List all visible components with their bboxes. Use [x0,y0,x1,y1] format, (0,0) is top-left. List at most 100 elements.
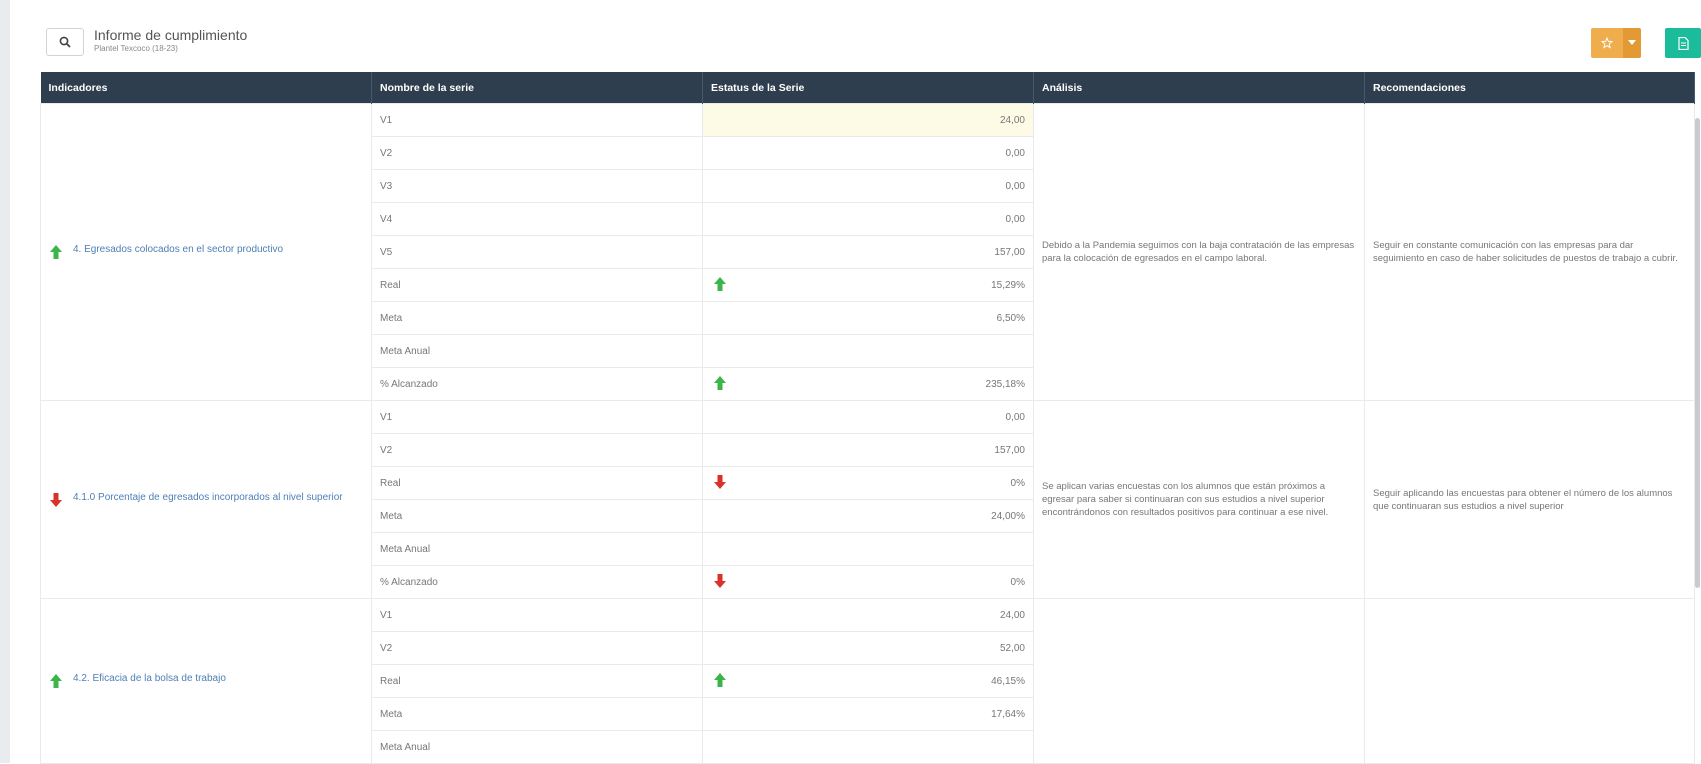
table-header-row: Indicadores Nombre de la serie Estatus d… [40,72,1695,104]
vertical-scrollbar[interactable] [1695,118,1700,588]
table-body: 4. Egresados colocados en el sector prod… [40,103,1695,764]
recommendation-cell [1364,598,1695,764]
serie-status-cell: 157,00 [702,433,1034,467]
serie-status-cell [702,730,1034,764]
table-row: 4.2. Eficacia de la bolsa de trabajo V1 24… [40,598,1695,764]
serie-name-cell: V4 [371,202,703,236]
serie-name-cell: Real [371,268,703,302]
analysis-cell [1033,598,1365,764]
favorite-dropdown-button[interactable] [1623,28,1641,58]
arrow-up-icon [714,673,726,687]
status-arrow [713,672,727,688]
serie-name-cell: Meta [371,697,703,731]
column-header-serie[interactable]: Nombre de la serie [371,72,703,104]
serie-value: 0,00 [1005,147,1025,159]
serie-value: 24,00 [999,114,1025,126]
recommendation-cell: Seguir en constante comunicación con las… [1364,103,1695,401]
serie-status-cell: 17,64% [702,697,1034,731]
status-arrow [713,375,727,391]
serie-status-cell: 15,29% [702,268,1034,302]
serie-name-cell: V2 [371,136,703,170]
arrow-down-icon [714,475,726,489]
analysis-cell: Debido a la Pandemia seguimos con la baj… [1033,103,1365,401]
page-title: Informe de cumplimiento [94,27,248,43]
analysis-cell: Se aplican varias encuestas con los alum… [1033,400,1365,599]
serie-name-cell: V1 [371,103,703,137]
serie-value: 0% [1010,477,1025,489]
serie-name-cell: Meta Anual [371,730,703,764]
serie-value: 0,00 [1005,180,1025,192]
indicator-wrapper: 4.1.0 Porcentaje de egresados incorporad… [49,492,363,508]
serie-name-cell: Meta [371,301,703,335]
serie-status-cell [702,532,1034,566]
arrow-up-icon [714,277,726,291]
search-button[interactable] [46,28,84,56]
status-arrow [713,573,727,589]
caret-down-icon [1628,40,1636,45]
serie-status-cell [702,334,1034,368]
serie-value: 0,00 [1005,213,1025,225]
serie-status-cell: 46,15% [702,664,1034,698]
arrow-down-icon [50,492,62,507]
column-header-indicadores[interactable]: Indicadores [40,72,372,104]
serie-status-cell: 0,00 [702,202,1034,236]
serie-value: 46,15% [991,675,1025,687]
serie-name-cell: Real [371,466,703,500]
star-icon [1601,37,1613,49]
column-header-recomendaciones[interactable]: Recomendaciones [1364,72,1695,104]
column-header-estatus[interactable]: Estatus de la Serie [702,72,1034,104]
serie-status-cell: 0,00 [702,136,1034,170]
serie-value: 15,29% [991,279,1025,291]
table-row: 4.1.0 Porcentaje de egresados incorporad… [40,400,1695,599]
serie-name-cell: Meta Anual [371,334,703,368]
serie-value: 0,00 [1005,411,1025,423]
indicator-link[interactable]: 4. Egresados colocados en el sector prod… [73,244,283,256]
serie-status-cell: 235,18% [702,367,1034,401]
indicator-cell: 4.2. Eficacia de la bolsa de trabajo [40,598,372,764]
indicator-wrapper: 4.2. Eficacia de la bolsa de trabajo [49,673,363,689]
serie-status-cell: 52,00 [702,631,1034,665]
compliance-table: Indicadores Nombre de la serie Estatus d… [40,72,1695,764]
indicator-wrapper: 4. Egresados colocados en el sector prod… [49,244,363,260]
serie-name-cell: % Alcanzado [371,565,703,599]
serie-status-cell: 157,00 [702,235,1034,269]
arrow-up-icon [50,674,62,688]
status-arrow [713,276,727,292]
recommendation-cell: Seguir aplicando las encuestas para obte… [1364,400,1695,599]
arrow-up-icon [50,245,62,259]
serie-value: 157,00 [994,246,1025,258]
serie-value: 24,00 [999,609,1025,621]
serie-status-cell: 24,00 [702,598,1034,632]
serie-name-cell: V3 [371,169,703,203]
serie-status-cell: 6,50% [702,301,1034,335]
serie-status-cell: 0% [702,565,1034,599]
search-icon [59,36,71,48]
serie-value: 17,64% [991,708,1025,720]
serie-value: 6,50% [996,312,1025,324]
document-icon [1677,36,1689,50]
serie-value: 0% [1010,576,1025,588]
serie-name-cell: V2 [371,433,703,467]
serie-status-cell: 24,00 [702,103,1034,137]
serie-status-cell: 0% [702,466,1034,500]
serie-value: 52,00 [999,642,1025,654]
serie-name-cell: Meta [371,499,703,533]
serie-value: 235,18% [985,378,1025,390]
serie-status-cell: 24,00% [702,499,1034,533]
serie-name-cell: V2 [371,631,703,665]
status-arrow [713,474,727,490]
indicator-link[interactable]: 4.2. Eficacia de la bolsa de trabajo [73,673,226,685]
indicator-link[interactable]: 4.1.0 Porcentaje de egresados incorporad… [73,492,343,504]
favorite-button[interactable] [1591,28,1623,58]
arrow-up-icon [714,376,726,390]
serie-name-cell: Meta Anual [371,532,703,566]
serie-value: 157,00 [994,444,1025,456]
serie-name-cell: V5 [371,235,703,269]
serie-name-cell: V1 [371,400,703,434]
column-header-analisis[interactable]: Análisis [1033,72,1365,104]
export-document-button[interactable] [1665,28,1701,58]
serie-value: 24,00% [991,510,1025,522]
indicator-cell: 4. Egresados colocados en el sector prod… [40,103,372,401]
table-row: 4. Egresados colocados en el sector prod… [40,103,1695,401]
serie-name-cell: Real [371,664,703,698]
